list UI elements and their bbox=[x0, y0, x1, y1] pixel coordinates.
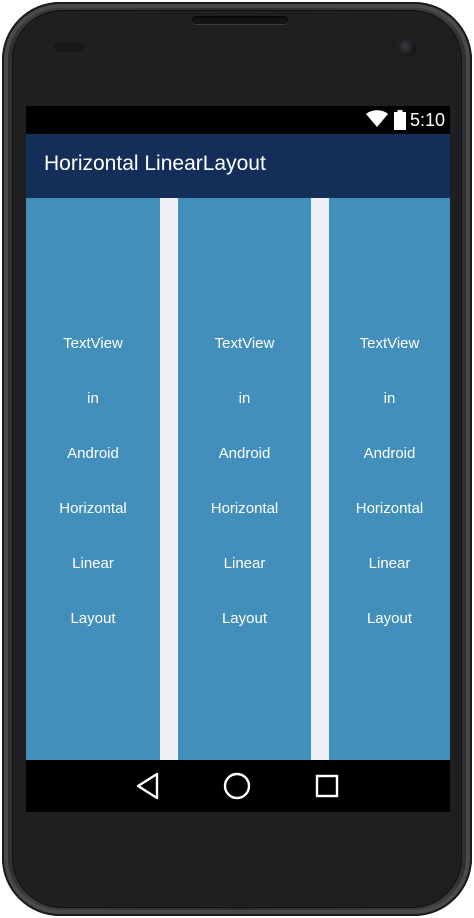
column-3-word: Layout bbox=[366, 610, 413, 627]
column-2-word: in bbox=[238, 390, 251, 407]
app-bar: Horizontal LinearLayout bbox=[26, 134, 450, 198]
home-icon[interactable] bbox=[223, 772, 251, 800]
front-camera bbox=[398, 39, 416, 57]
column-3-word: Horizontal bbox=[355, 500, 424, 517]
proximity-sensor bbox=[54, 42, 84, 52]
battery-icon bbox=[394, 110, 406, 130]
column-3-word: Linear bbox=[368, 555, 411, 572]
status-bar: 5:10 bbox=[26, 106, 450, 134]
column-1-word: Horizontal bbox=[59, 500, 127, 517]
phone-frame: 5:10 Horizontal LinearLayout TextView in… bbox=[2, 2, 472, 916]
column-3-word: TextView bbox=[359, 335, 420, 352]
column-1-word: Linear bbox=[72, 555, 114, 572]
back-icon[interactable] bbox=[134, 772, 162, 800]
column-2-word: Android bbox=[218, 445, 271, 462]
app-title: Horizontal LinearLayout bbox=[44, 152, 266, 175]
column-1: TextView in Android Horizontal Linear La… bbox=[26, 198, 160, 760]
device-screen: 5:10 Horizontal LinearLayout TextView in… bbox=[26, 106, 450, 812]
column-1-word: in bbox=[87, 390, 99, 407]
column-2: TextView in Android Horizontal Linear La… bbox=[178, 198, 311, 760]
column-3-word: in bbox=[383, 390, 396, 407]
status-time: 5:10 bbox=[409, 110, 445, 130]
column-1-word: TextView bbox=[63, 335, 123, 352]
recents-icon[interactable] bbox=[315, 774, 339, 798]
column-2-word: Horizontal bbox=[210, 500, 279, 517]
column-1-word: Layout bbox=[70, 610, 116, 627]
wifi-icon bbox=[366, 110, 388, 127]
column-3: TextView in Android Horizontal Linear La… bbox=[329, 198, 450, 760]
navigation-bar bbox=[26, 760, 450, 812]
column-2-word: Layout bbox=[221, 610, 268, 627]
linear-layout-content: TextView in Android Horizontal Linear La… bbox=[26, 198, 450, 760]
earpiece-speaker bbox=[192, 16, 288, 24]
column-2-word: TextView bbox=[214, 335, 275, 352]
column-1-word: Android bbox=[67, 445, 119, 462]
column-2-word: Linear bbox=[223, 555, 266, 572]
column-3-word: Android bbox=[363, 445, 416, 462]
